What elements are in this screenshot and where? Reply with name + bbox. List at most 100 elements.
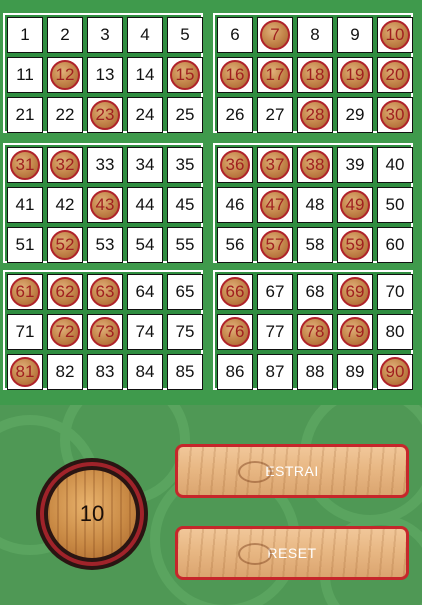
number-cell: 87 xyxy=(257,354,293,390)
cell-number: 6 xyxy=(230,25,240,44)
cell-number: 49 xyxy=(345,195,365,214)
number-cell: 51 xyxy=(7,227,43,263)
cell-number: 90 xyxy=(385,362,405,381)
number-cell-drawn: 17 xyxy=(257,57,293,93)
number-cell: 27 xyxy=(257,97,293,133)
number-cell: 89 xyxy=(337,354,373,390)
number-cell-drawn: 31 xyxy=(7,147,43,183)
tombola-card: 61 62 63 64 65 71 72 73 74 75 81 82 83 84 85 xyxy=(3,270,203,390)
number-cell-drawn: 36 xyxy=(217,147,253,183)
number-cell: 84 xyxy=(127,354,163,390)
cell-number: 20 xyxy=(385,65,405,84)
number-cell: 39 xyxy=(337,147,373,183)
number-cell: 33 xyxy=(87,147,123,183)
cell-number: 35 xyxy=(175,155,195,174)
number-cell: 53 xyxy=(87,227,123,263)
number-cell-drawn: 43 xyxy=(87,187,123,223)
number-cell-drawn: 12 xyxy=(47,57,83,93)
number-cell: 74 xyxy=(127,314,163,350)
tombola-card: 66 67 68 69 70 76 77 78 79 80 86 87 88 89 90 xyxy=(213,270,413,390)
cell-number: 18 xyxy=(305,65,325,84)
number-cell: 56 xyxy=(217,227,253,263)
number-cell: 83 xyxy=(87,354,123,390)
number-cell: 1 xyxy=(7,17,43,53)
number-cell: 44 xyxy=(127,187,163,223)
number-cell: 58 xyxy=(297,227,333,263)
cell-number: 83 xyxy=(95,362,115,381)
cell-number: 71 xyxy=(15,322,35,341)
number-cell: 85 xyxy=(167,354,203,390)
number-cell: 9 xyxy=(337,17,373,53)
cell-number: 23 xyxy=(95,105,115,124)
chip-face: 10 xyxy=(48,470,136,558)
number-cell: 80 xyxy=(377,314,413,350)
cell-number: 66 xyxy=(225,282,245,301)
tombola-card: 36 37 38 39 40 46 47 48 49 50 56 57 58 59 60 xyxy=(213,143,413,263)
cell-number: 37 xyxy=(265,155,285,174)
number-cell: 21 xyxy=(7,97,43,133)
cell-number: 8 xyxy=(310,25,320,44)
cell-number: 45 xyxy=(175,195,195,214)
number-cell: 2 xyxy=(47,17,83,53)
cell-number: 47 xyxy=(265,195,285,214)
cell-number: 9 xyxy=(350,25,360,44)
number-cell: 65 xyxy=(167,274,203,310)
number-cell-drawn: 73 xyxy=(87,314,123,350)
cell-number: 62 xyxy=(55,282,75,301)
cell-number: 7 xyxy=(270,25,280,44)
card-grid: 66 67 68 69 70 76 77 78 79 80 86 87 88 89 90 xyxy=(217,274,413,390)
cell-number: 88 xyxy=(305,362,325,381)
number-cell: 11 xyxy=(7,57,43,93)
number-cell: 40 xyxy=(377,147,413,183)
cell-number: 64 xyxy=(135,282,155,301)
cell-number: 14 xyxy=(135,65,155,84)
cell-number: 80 xyxy=(385,322,405,341)
cell-number: 32 xyxy=(55,155,75,174)
cell-number: 5 xyxy=(180,25,190,44)
current-number-chip: 10 xyxy=(36,458,148,570)
number-cell: 4 xyxy=(127,17,163,53)
wood-knot-decoration xyxy=(238,543,272,565)
number-cell: 82 xyxy=(47,354,83,390)
number-cell: 5 xyxy=(167,17,203,53)
number-cell-drawn: 47 xyxy=(257,187,293,223)
number-cell-drawn: 19 xyxy=(337,57,373,93)
cell-number: 43 xyxy=(95,195,115,214)
cell-number: 59 xyxy=(345,235,365,254)
tombola-card: 6 7 8 9 10 16 17 18 19 20 26 27 28 29 30 xyxy=(213,13,413,133)
cell-number: 39 xyxy=(345,155,365,174)
cell-number: 36 xyxy=(225,155,245,174)
cell-number: 81 xyxy=(15,362,35,381)
number-cell-drawn: 10 xyxy=(377,17,413,53)
number-cell-drawn: 78 xyxy=(297,314,333,350)
cell-number: 89 xyxy=(345,362,365,381)
cell-number: 72 xyxy=(55,322,75,341)
tombola-card: 1 2 3 4 5 11 12 13 14 15 21 22 23 24 25 xyxy=(3,13,203,133)
cell-number: 70 xyxy=(385,282,405,301)
cell-number: 2 xyxy=(60,25,70,44)
cell-number: 1 xyxy=(20,25,30,44)
number-cell-drawn: 76 xyxy=(217,314,253,350)
cell-number: 61 xyxy=(15,282,35,301)
number-cell: 41 xyxy=(7,187,43,223)
card-grid: 1 2 3 4 5 11 12 13 14 15 21 22 23 24 25 xyxy=(7,17,203,133)
number-cell: 50 xyxy=(377,187,413,223)
number-cell-drawn: 61 xyxy=(7,274,43,310)
number-cell: 68 xyxy=(297,274,333,310)
cell-number: 79 xyxy=(345,322,365,341)
cell-number: 78 xyxy=(305,322,325,341)
number-cell-drawn: 20 xyxy=(377,57,413,93)
cell-number: 53 xyxy=(95,235,115,254)
card-grid: 36 37 38 39 40 46 47 48 49 50 56 57 58 59 60 xyxy=(217,147,413,263)
cell-number: 13 xyxy=(95,65,115,84)
number-cell-drawn: 63 xyxy=(87,274,123,310)
number-cell: 8 xyxy=(297,17,333,53)
reset-button-label: RESET xyxy=(267,545,317,561)
number-cell: 35 xyxy=(167,147,203,183)
cell-number: 51 xyxy=(15,235,35,254)
cell-number: 87 xyxy=(265,362,285,381)
reset-button[interactable]: RESET xyxy=(175,526,409,580)
cell-number: 19 xyxy=(345,65,365,84)
cell-number: 38 xyxy=(305,155,325,174)
draw-button[interactable]: ESTRAI xyxy=(175,444,409,498)
